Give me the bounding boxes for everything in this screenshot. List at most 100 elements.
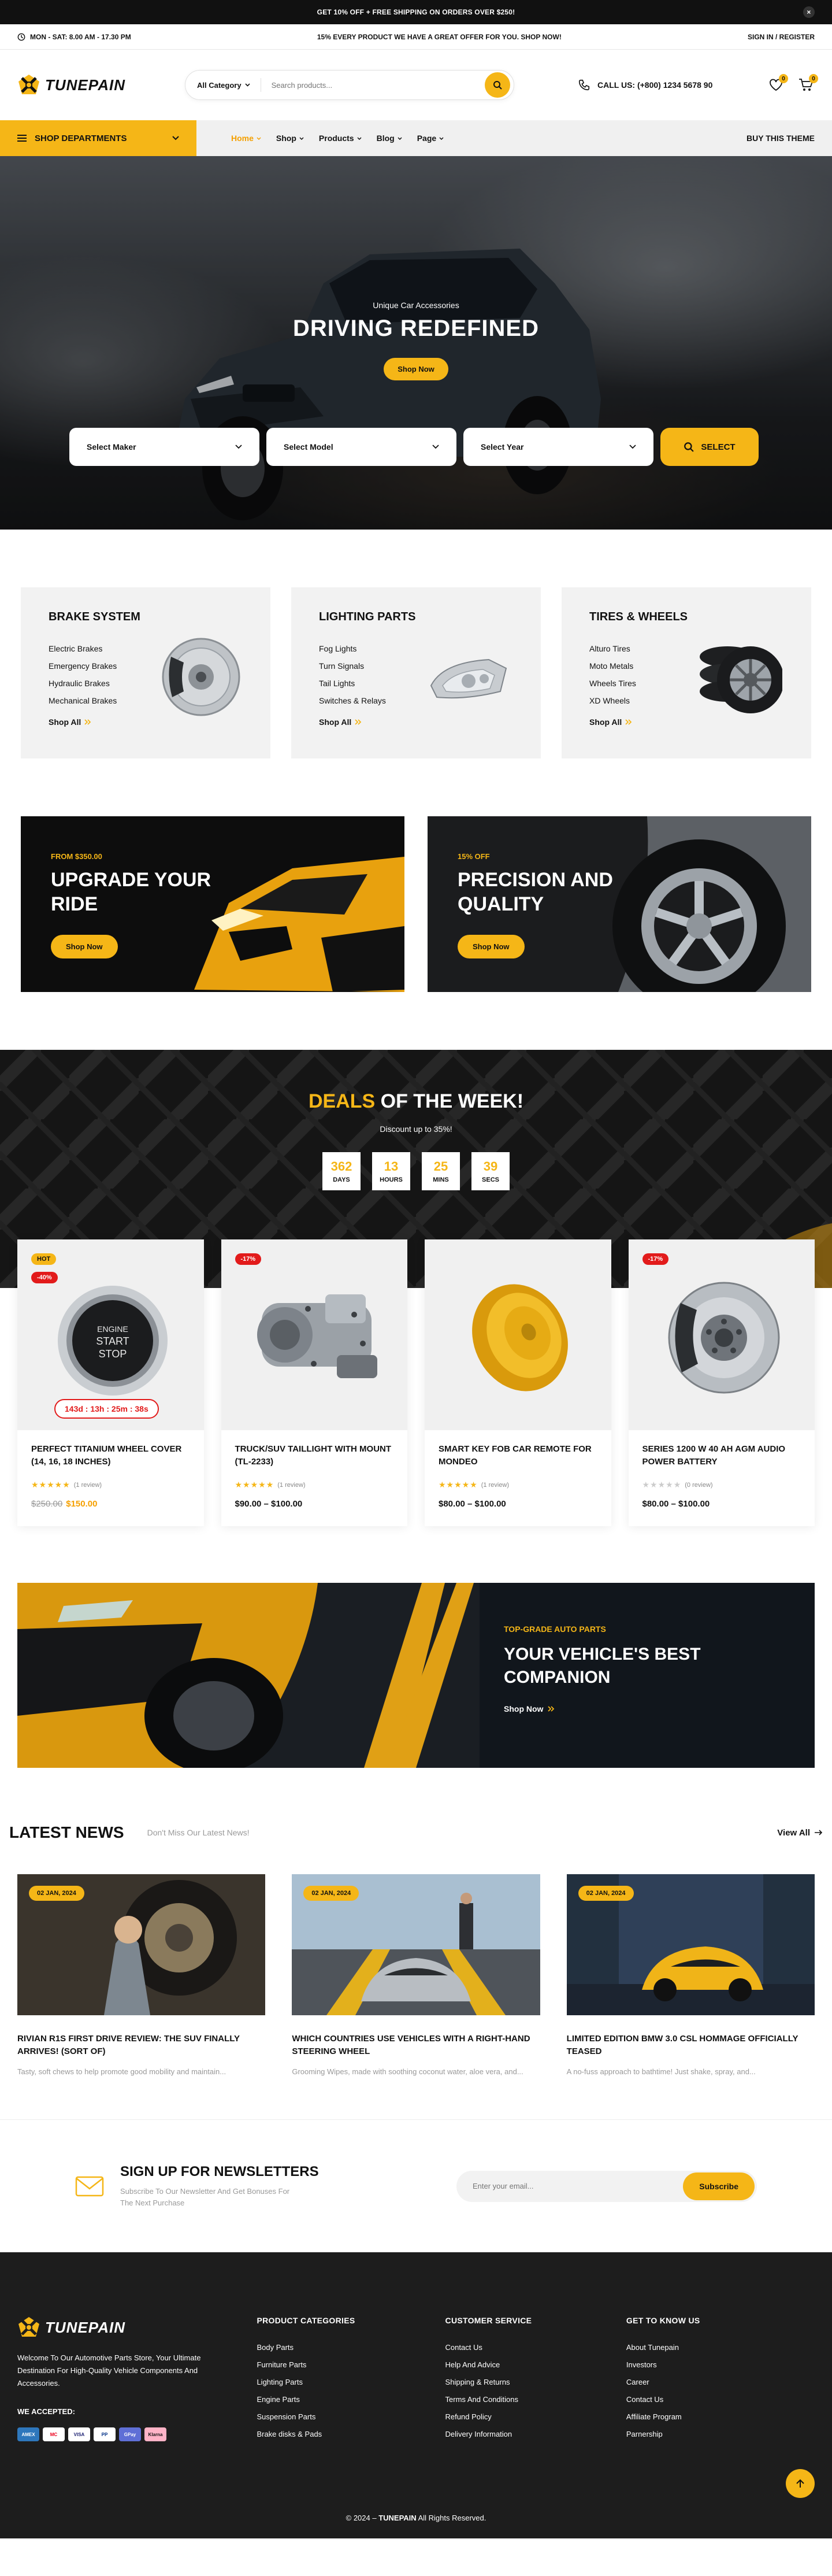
- select-label: Select Maker: [87, 442, 136, 451]
- footer-link[interactable]: Career: [626, 2374, 815, 2391]
- news-date: 02 JAN, 2024: [303, 1886, 359, 1901]
- product-image[interactable]: ENGINE START STOP HOT -40% 143d : 13h : …: [17, 1239, 204, 1430]
- news-card-title[interactable]: LIMITED EDITION BMW 3.0 CSL HOMMAGE OFFI…: [567, 2033, 815, 2058]
- product-card[interactable]: -17% SERIES 1200 W 40 AH AGM AUDIO POWER…: [628, 1239, 815, 1526]
- category-card-brakes: BRAKE SYSTEM Electric Brakes Emergency B…: [21, 587, 270, 758]
- envelope-icon: [75, 2176, 104, 2196]
- banner-title: YOUR VEHICLE'S BEST COMPANION: [504, 1645, 701, 1687]
- news-card[interactable]: 02 JAN, 2024 RIVIAN R1S FIRST DRIVE REVI…: [17, 1874, 266, 2078]
- product-image[interactable]: [425, 1239, 611, 1430]
- select-model[interactable]: Select Model: [266, 428, 456, 466]
- news-card-title[interactable]: WHICH COUNTRIES USE VEHICLES WITH A RIGH…: [292, 2033, 540, 2058]
- promo-tag: FROM $350.00: [51, 852, 102, 861]
- footer-logo[interactable]: TUNEPAIN: [17, 2316, 185, 2339]
- product-name[interactable]: SMART KEY FOB CAR REMOTE FOR MONDEO: [439, 1443, 597, 1468]
- footer-link[interactable]: Terms And Conditions: [445, 2391, 626, 2408]
- newsletter-email-input[interactable]: [473, 2182, 684, 2190]
- product-name[interactable]: PERFECT TITANIUM WHEEL COVER (14, 16, 18…: [31, 1443, 190, 1468]
- category-title: LIGHTING PARTS: [319, 610, 416, 623]
- subscribe-button[interactable]: Subscribe: [683, 2172, 755, 2200]
- category-cards: BRAKE SYSTEM Electric Brakes Emergency B…: [0, 587, 832, 758]
- footer-link[interactable]: Contact Us: [445, 2339, 626, 2356]
- search-input[interactable]: [261, 80, 485, 90]
- select-vehicle-button[interactable]: SELECT: [660, 428, 759, 466]
- nav-item-blog[interactable]: Blog: [377, 134, 402, 143]
- product-name[interactable]: SERIES 1200 W 40 AH AGM AUDIO POWER BATT…: [642, 1443, 801, 1468]
- star-rating-icon: ★★★★★: [31, 1480, 70, 1489]
- payments-label: WE ACCEPTED:: [17, 2407, 75, 2416]
- copyright: © 2024 – TUNEPAIN All Rights Reserved.: [346, 2514, 486, 2522]
- logo-icon: [18, 2317, 39, 2337]
- review-count: (1 review): [481, 1481, 510, 1489]
- footer-link[interactable]: Engine Parts: [257, 2391, 445, 2408]
- search-category-select[interactable]: All Category: [197, 78, 261, 92]
- news-date: 02 JAN, 2024: [578, 1886, 634, 1901]
- footer-link[interactable]: About Tunepain: [626, 2339, 815, 2356]
- discount-badge: -17%: [642, 1253, 669, 1265]
- nav-item-page[interactable]: Page: [417, 134, 444, 143]
- view-all-label: View All: [777, 1827, 810, 1838]
- footer-link[interactable]: Affiliate Program: [626, 2408, 815, 2426]
- footer-link[interactable]: Help And Advice: [445, 2356, 626, 2374]
- product-card[interactable]: -17% TRUCK/SUV TAILLIGHT WITH MOUNT (TL-…: [221, 1239, 407, 1526]
- promo-text: GET 10% OFF + FREE SHIPPING ON ORDERS OV…: [317, 8, 515, 16]
- cart-count: 0: [809, 74, 818, 83]
- companion-banner: TOP-GRADE AUTO PARTS YOUR VEHICLE'S BEST…: [17, 1583, 815, 1768]
- transmission-image: [257, 1294, 377, 1378]
- footer-link[interactable]: Contact Us: [626, 2391, 815, 2408]
- nav-item-products[interactable]: Products: [319, 134, 362, 143]
- footer-link[interactable]: Furniture Parts: [257, 2356, 445, 2374]
- brand-logo[interactable]: TUNEPAIN: [17, 73, 185, 97]
- footer-link[interactable]: Lighting Parts: [257, 2374, 445, 2391]
- footer-link[interactable]: Delivery Information: [445, 2426, 626, 2443]
- news-excerpt: Grooming Wipes, made with soothing cocon…: [292, 2067, 523, 2076]
- footer-link[interactable]: Brake disks & Pads: [257, 2426, 445, 2443]
- nav-item-home[interactable]: Home: [231, 134, 261, 143]
- paypal-icon: PP: [94, 2427, 116, 2441]
- category-title: TIRES & WHEELS: [589, 610, 688, 623]
- main-nav: SHOP DEPARTMENTS Home Shop Products Blog…: [0, 120, 832, 156]
- news-image[interactable]: 02 JAN, 2024: [292, 1874, 540, 2015]
- promo-shop-now-button[interactable]: Shop Now: [458, 935, 525, 958]
- footer-link[interactable]: Parnership: [626, 2426, 815, 2443]
- hero-shop-now-button[interactable]: Shop Now: [384, 358, 448, 380]
- promo-shop-now-button[interactable]: Shop Now: [51, 935, 118, 958]
- view-all-link[interactable]: View All: [777, 1828, 823, 1838]
- chevron-down-icon: [257, 136, 261, 140]
- news-card[interactable]: 02 JAN, 2024 WHICH COUNTRIES USE VEHICLE…: [292, 1874, 540, 2078]
- nav-menu: Home Shop Products Blog Page: [231, 134, 444, 143]
- select-year[interactable]: Select Year: [463, 428, 653, 466]
- footer-link[interactable]: Suspension Parts: [257, 2408, 445, 2426]
- news-card[interactable]: 02 JAN, 2024 LIMITED EDITION BMW 3.0 CSL…: [566, 1874, 815, 2078]
- product-image[interactable]: -17%: [221, 1239, 407, 1430]
- footer-link[interactable]: Shipping & Returns: [445, 2374, 626, 2391]
- sign-in-link[interactable]: SIGN IN / REGISTER: [748, 33, 815, 41]
- close-icon[interactable]: ×: [803, 6, 815, 18]
- nav-item-shop[interactable]: Shop: [276, 134, 304, 143]
- search-button[interactable]: [485, 72, 510, 98]
- select-maker[interactable]: Select Maker: [69, 428, 259, 466]
- footer-link[interactable]: Investors: [626, 2356, 815, 2374]
- footer-link[interactable]: Refund Policy: [445, 2408, 626, 2426]
- product-name[interactable]: TRUCK/SUV TAILLIGHT WITH MOUNT (TL-2233): [235, 1443, 394, 1468]
- news-card-title[interactable]: RIVIAN R1S FIRST DRIVE REVIEW: THE SUV F…: [17, 2033, 265, 2058]
- hot-badge: HOT: [31, 1253, 57, 1265]
- news-image[interactable]: 02 JAN, 2024: [566, 1874, 815, 2015]
- cart-button[interactable]: 0: [797, 74, 818, 94]
- product-card[interactable]: ENGINE START STOP HOT -40% 143d : 13h : …: [17, 1239, 204, 1526]
- shop-departments-button[interactable]: SHOP DEPARTMENTS: [0, 120, 196, 156]
- banner-shop-now-link[interactable]: Shop Now: [504, 1704, 701, 1713]
- promo-title: UPGRADE YOUR RIDE: [51, 869, 211, 915]
- product-grid: ENGINE START STOP HOT -40% 143d : 13h : …: [0, 1239, 832, 1526]
- banner-content: TOP-GRADE AUTO PARTS YOUR VEHICLE'S BEST…: [504, 1624, 701, 1713]
- back-to-top-button[interactable]: [786, 2469, 815, 2498]
- buy-theme-link[interactable]: BUY THIS THEME: [746, 134, 815, 143]
- footer-link[interactable]: Body Parts: [257, 2339, 445, 2356]
- wishlist-button[interactable]: 0: [767, 74, 788, 94]
- product-image[interactable]: -17%: [628, 1239, 815, 1430]
- brake-rotor-image: [668, 1282, 779, 1394]
- call-us[interactable]: CALL US: (+800) 1234 5678 90: [578, 79, 712, 91]
- search-bar: All Category: [185, 70, 514, 100]
- product-card[interactable]: SMART KEY FOB CAR REMOTE FOR MONDEO ★★★★…: [425, 1239, 611, 1526]
- news-image[interactable]: 02 JAN, 2024: [17, 1874, 266, 2015]
